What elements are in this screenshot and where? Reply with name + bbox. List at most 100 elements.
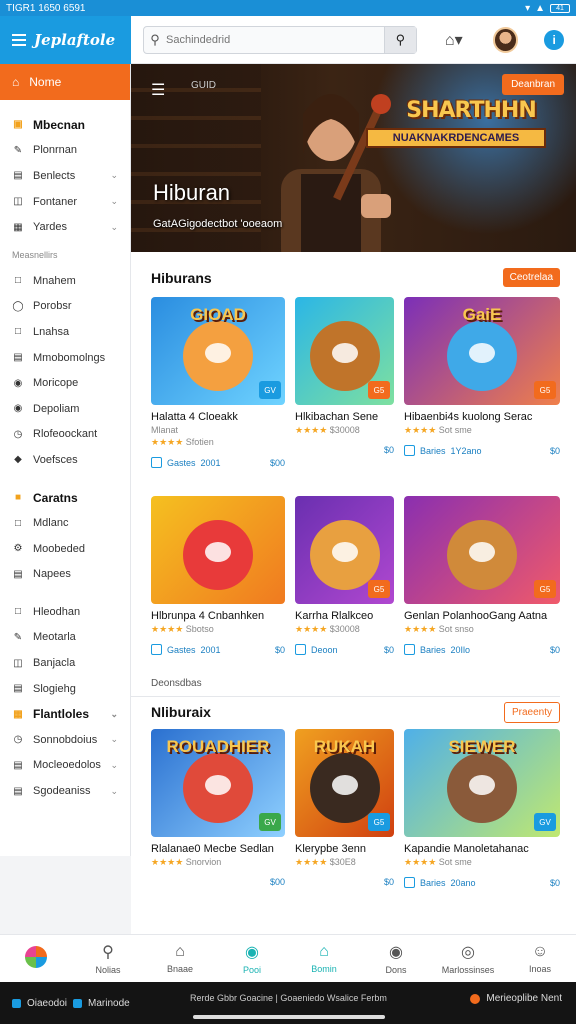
game-character-image: [447, 520, 517, 591]
game-card[interactable]: Hlbrunpa 4 Cnbanhken ★★★★ Sbotso Gastes 200…: [151, 496, 285, 658]
game-thumbnail[interactable]: SIEWER GV: [404, 729, 560, 837]
sidebar-item[interactable]: ▣ Mbecnan: [0, 112, 130, 138]
bottom-nav-item[interactable]: ◉ Dons: [360, 935, 432, 982]
sidebar-item[interactable]: ◆ Voefsces: [0, 447, 130, 473]
bottom-nav-item[interactable]: ☺ Inoas: [504, 935, 576, 982]
bottom-nav-item[interactable]: ⚲ Nolias: [72, 935, 144, 982]
bottom-nav-item[interactable]: ⌂ Bomin: [288, 935, 360, 982]
game-title[interactable]: Hibaenbi4s kuolong Serac: [404, 411, 560, 423]
game-title[interactable]: Rlalanae0 Mecbe Sedlan: [151, 843, 285, 855]
square-icon: □: [14, 275, 22, 287]
game-title[interactable]: Genlan PolanhooGang Aatna: [404, 610, 560, 622]
sidebar-item[interactable]: ◷ Rlofeoockant: [0, 422, 130, 448]
sidebar-item[interactable]: ▤ Mmobomolngs: [0, 345, 130, 371]
sidebar-item[interactable]: ▤ Mocleoedolos ⌄: [0, 753, 130, 779]
game-tag[interactable]: Baries: [420, 645, 446, 655]
see-more-button[interactable]: Praeenty: [503, 702, 560, 723]
hero-cta-button[interactable]: Deanbran: [502, 74, 564, 95]
game-thumbnail[interactable]: G5: [295, 297, 394, 405]
sidebar-item[interactable]: □ Mnahem: [0, 268, 130, 294]
sidebar-item[interactable]: ✎ Meotarla: [0, 625, 130, 651]
sysbar-left-2[interactable]: Marinode: [88, 998, 130, 1009]
sidebar-item[interactable]: ◫ Banjacla: [0, 650, 130, 676]
system-bar: Oiaeodoi Marinode Rerde Gbbr Goacine | G…: [0, 982, 576, 1024]
game-thumbnail[interactable]: [151, 496, 285, 604]
avatar[interactable]: [492, 26, 519, 53]
sidebar-item[interactable]: □ Hleodhan: [0, 599, 130, 625]
see-more-button[interactable]: Ceotrelaa: [502, 268, 560, 287]
game-card[interactable]: G5 Hlkibachan Sene ★★★★ $30008 $0: [295, 297, 394, 459]
game-thumbnail[interactable]: G5: [295, 496, 394, 604]
game-badge: G5: [368, 813, 390, 831]
sidebar-item[interactable]: ✎ Plonrnan: [0, 138, 130, 164]
game-price: $0: [383, 445, 394, 455]
clock-icon: ◷: [13, 428, 23, 440]
game-tag[interactable]: Baries: [420, 446, 446, 456]
bottom-nav-item[interactable]: ◉ Pooi: [216, 935, 288, 982]
sysbar-left-1[interactable]: Oiaeodoi: [27, 998, 67, 1009]
chevron-down-icon: ⌄: [110, 734, 118, 745]
hero-subtitle: GatAGigodectbot 'ooeaom: [153, 218, 283, 230]
bottom-nav-item[interactable]: ◎ Marlossinses: [432, 935, 504, 982]
sidebar-item[interactable]: □ Lnahsa: [0, 319, 130, 345]
game-title[interactable]: Halatta 4 Cloeakk: [151, 411, 285, 423]
search-button[interactable]: ⚲: [383, 26, 416, 53]
game-title[interactable]: Karrha Rlalkceo: [295, 610, 394, 622]
home-icon[interactable]: ⌂▾: [445, 30, 463, 50]
sidebar-item[interactable]: ◷ Sonnobdoius ⌄: [0, 727, 130, 753]
search-input[interactable]: [166, 33, 384, 46]
sidebar-item[interactable]: ▦ Flantloles ⌄: [0, 701, 130, 727]
sidebar-item[interactable]: □ Mdlanc: [0, 510, 130, 536]
star-rating-icon: ★★★★: [151, 624, 186, 634]
sidebar-item[interactable]: ▤ Sgodeaniss ⌄: [0, 778, 130, 804]
game-title[interactable]: Klerypbe 3enn: [295, 843, 394, 855]
bell-icon: ◉: [389, 944, 403, 961]
brand-logo[interactable]: Jeplaftole: [34, 31, 115, 49]
game-card[interactable]: GIOAD GV Halatta 4 Cloeakk Mlanat ★★★★ Sfoti…: [151, 297, 285, 468]
sidebar-item-home[interactable]: ⌂ Nome: [0, 64, 130, 100]
sidebar-item[interactable]: ⚙ Moobeded: [0, 536, 130, 562]
info-icon[interactable]: i: [544, 29, 564, 50]
game-thumbnail[interactable]: ROUADHIER GV: [151, 729, 285, 837]
hero-menu-icon[interactable]: ☰: [151, 80, 165, 100]
home-handle[interactable]: [193, 1015, 385, 1019]
sidebar-item[interactable]: ▤ Napees: [0, 562, 130, 588]
game-count: 1Y2ano: [450, 445, 482, 456]
sidebar-item[interactable]: ◉ Depoliam: [0, 396, 130, 422]
app-icon: [25, 946, 47, 968]
table-icon: ▤: [13, 759, 23, 771]
game-title[interactable]: Hlbrunpa 4 Cnbanhken: [151, 610, 285, 622]
game-thumbnail[interactable]: GaiE G5: [404, 297, 560, 405]
game-tag[interactable]: Deoon: [311, 645, 338, 655]
game-thumbnail[interactable]: GIOAD GV: [151, 297, 285, 405]
sidebar-item[interactable]: ◯ Porobsr: [0, 294, 130, 320]
bottom-nav-item[interactable]: [0, 935, 72, 982]
sidebar-item[interactable]: ■ Caratns: [0, 485, 130, 511]
game-card[interactable]: G5 Karrha Rlalkceo ★★★★ $30008 Deoon $0: [295, 496, 394, 658]
game-card[interactable]: RUKAH G5 Klerypbe 3enn ★★★★ $30E8 $0: [295, 729, 394, 891]
game-tag[interactable]: Baries: [420, 878, 446, 888]
search-icon: ⚲: [102, 944, 114, 961]
bookmark-icon: □: [14, 517, 22, 529]
game-card[interactable]: SIEWER GV Kapandie Manoletahanac ★★★★ Sot s…: [404, 729, 560, 891]
sysbar-right-text[interactable]: Merieoplibe Nent: [486, 993, 562, 1004]
game-thumbnail[interactable]: RUKAH G5: [295, 729, 394, 837]
game-card[interactable]: GaiE G5 Hibaenbi4s kuolong Serac ★★★★ Sot s…: [404, 297, 560, 459]
game-tag[interactable]: Gastes: [167, 458, 196, 468]
hamburger-menu-icon[interactable]: [12, 31, 26, 49]
game-footer: Deoon $0: [295, 644, 394, 655]
game-card[interactable]: ROUADHIER GV Rlalanae0 Mecbe Sedlan ★★★★ Sn…: [151, 729, 285, 891]
game-title[interactable]: Kapandie Manoletahanac: [404, 843, 560, 855]
sidebar-item[interactable]: ▤ Benlects ⌄: [0, 163, 130, 189]
bottom-nav-item[interactable]: ⌂ Bnaae: [144, 935, 216, 982]
sidebar-item[interactable]: ◫ Fontaner ⌄: [0, 189, 130, 215]
sidebar-item-label: Moricope: [33, 377, 79, 390]
game-thumbnail[interactable]: G5: [404, 496, 560, 604]
hero-banner[interactable]: ☰ GUID Deanbran SHARTHHN NUAKNAKRDENCAME…: [131, 64, 576, 252]
sidebar-item[interactable]: ◉ Moricope: [0, 370, 130, 396]
game-card[interactable]: G5 Genlan PolanhooGang Aatna ★★★★ Sot snso…: [404, 496, 560, 658]
sidebar-item[interactable]: ▦ Yardes ⌄: [0, 214, 130, 240]
sidebar-item[interactable]: ▤ Slogiehg: [0, 676, 130, 702]
game-tag[interactable]: Gastes: [167, 645, 196, 655]
game-title[interactable]: Hlkibachan Sene: [295, 411, 394, 423]
